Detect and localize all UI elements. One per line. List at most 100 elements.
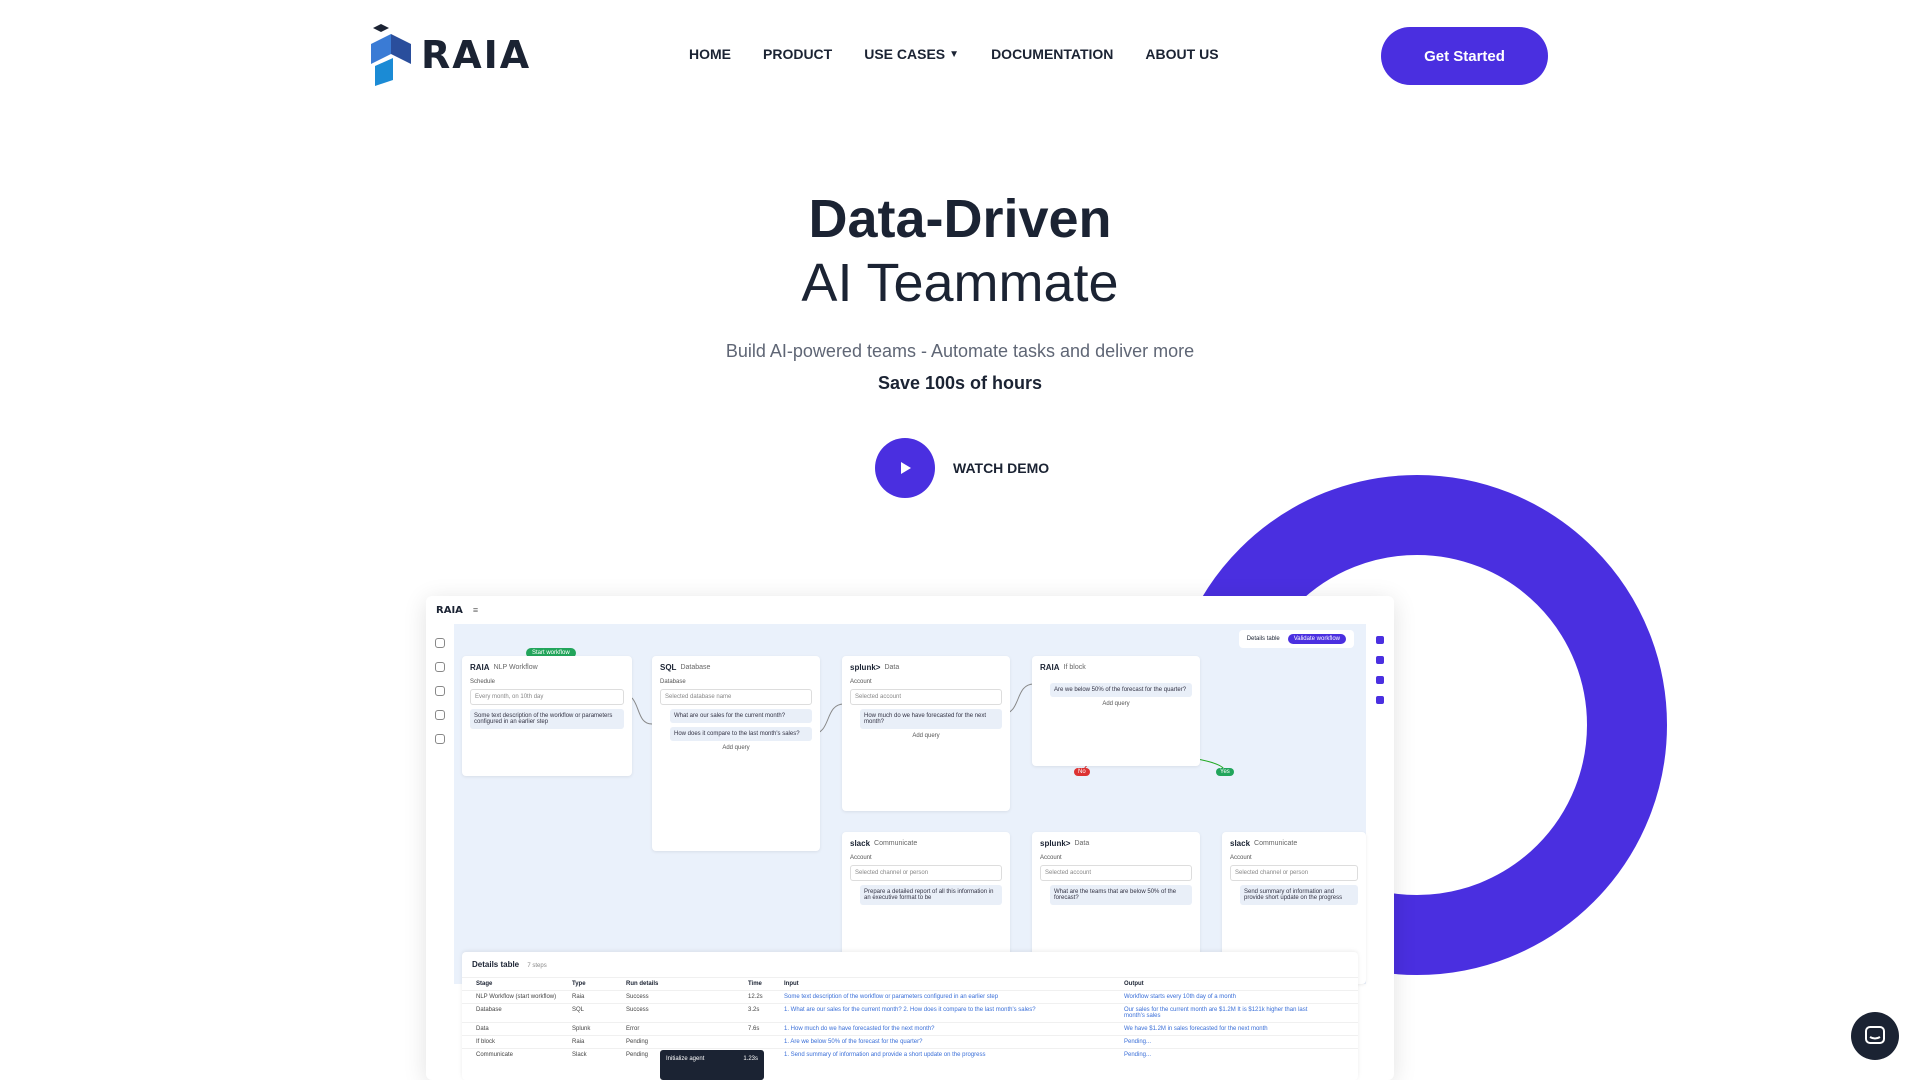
cell-stage: NLP Workflow (start workflow) bbox=[476, 994, 557, 1000]
card-field[interactable]: Selected database name bbox=[660, 689, 812, 705]
card-field-label: Account bbox=[1230, 855, 1252, 861]
card-name: Communicate bbox=[874, 840, 918, 847]
cell-output: Our sales for the current month are $1.2… bbox=[1124, 1007, 1308, 1019]
card-query[interactable]: Are we below 50% of the forecast for the… bbox=[1050, 683, 1192, 697]
hero-highlight: Save 100s of hours bbox=[877, 373, 1043, 393]
workflow-card-if-block[interactable]: RAIA If block Are we below 50% of the for… bbox=[1032, 656, 1200, 766]
card-query[interactable]: Send summary of information and provide … bbox=[1240, 885, 1358, 905]
table-body: NLP Workflow (start workflow) Raia Success… bbox=[462, 990, 1358, 1061]
nav-home[interactable]: HOME bbox=[689, 46, 731, 62]
raia-mark-icon bbox=[371, 24, 411, 86]
no-branch-label: No bbox=[1074, 768, 1090, 776]
cell-input: 1. Are we below 50% of the forecast for … bbox=[784, 1039, 923, 1045]
col-time: Time bbox=[748, 981, 762, 987]
card-brand: RAIA bbox=[1040, 663, 1060, 672]
clipboard-icon bbox=[435, 710, 445, 720]
card-field-label: Account bbox=[1040, 855, 1062, 861]
hero-title-line2: AI Teammate bbox=[801, 253, 1119, 313]
card-field[interactable]: Selected account bbox=[850, 689, 1002, 705]
cell-run-details: Pending bbox=[626, 1039, 649, 1045]
card-brand: splunk> bbox=[850, 663, 881, 672]
card-name: If block bbox=[1063, 664, 1086, 671]
hero-subtitle: Build AI-powered teams - Automate tasks … bbox=[725, 341, 1195, 361]
workflow-card-splunk[interactable]: splunk> Data Account Selected account How… bbox=[842, 656, 1010, 811]
cell-type: SQL bbox=[572, 1007, 585, 1013]
cell-time: 3.2s bbox=[748, 1007, 760, 1013]
cell-type: Splunk bbox=[572, 1026, 591, 1032]
cell-stage: Communicate bbox=[476, 1052, 514, 1058]
cell-output: Workflow starts every 10th day of a mont… bbox=[1124, 994, 1236, 1000]
table-row[interactable]: Communicate Slack Pending 1. Send summary o… bbox=[462, 1048, 1358, 1061]
card-field[interactable]: Every month, on 10th day bbox=[470, 689, 624, 705]
chevron-down-icon: ▼ bbox=[949, 48, 960, 60]
workflow-card-database[interactable]: SQL Database Database Selected database n… bbox=[652, 656, 820, 851]
cell-stage: Data bbox=[476, 1026, 489, 1032]
cell-run-details: Error bbox=[626, 1026, 640, 1032]
brand-logo[interactable]: RAIA bbox=[371, 24, 531, 86]
card-brand: slack bbox=[850, 839, 871, 848]
details-steps-count: 7 steps bbox=[527, 963, 547, 969]
logo-text: RAIA bbox=[421, 33, 532, 77]
table-row[interactable]: Database SQL Success 3.2s 1. What are our sa… bbox=[462, 1003, 1358, 1022]
nav-product[interactable]: PRODUCT bbox=[763, 46, 832, 62]
card-field[interactable]: Selected channel or person bbox=[850, 865, 1002, 881]
cell-input: Some text description of the workflow or… bbox=[784, 994, 999, 1000]
card-brand: RAIA bbox=[470, 663, 490, 672]
chat-icon bbox=[1865, 1026, 1885, 1044]
col-output: Output bbox=[1124, 981, 1144, 987]
workflow-canvas: Details table Validate workflow Start wo… bbox=[454, 624, 1366, 984]
settings-icon bbox=[435, 734, 445, 744]
cell-output: Pending... bbox=[1124, 1039, 1152, 1045]
table-header-row: Stage Type Run details Time Input Output bbox=[462, 977, 1358, 990]
cell-type: Slack bbox=[572, 1052, 587, 1058]
card-field-label: Account bbox=[850, 855, 872, 861]
cell-run-details: Success bbox=[626, 1007, 649, 1013]
add-query-button[interactable]: Add query bbox=[652, 745, 820, 751]
card-field[interactable]: Selected channel or person bbox=[1230, 865, 1358, 881]
nav-documentation[interactable]: DOCUMENTATION bbox=[991, 46, 1113, 62]
add-query-button[interactable]: Add query bbox=[1032, 701, 1200, 707]
nav-use-cases-label: USE CASES bbox=[864, 46, 946, 62]
chat-launcher-button[interactable] bbox=[1851, 1012, 1899, 1060]
card-query[interactable]: Prepare a detailed report of all this in… bbox=[860, 885, 1002, 905]
cell-type: Raia bbox=[572, 1039, 585, 1045]
workflow-card-nlp[interactable]: RAIA NLP Workflow Schedule Every month, o… bbox=[462, 656, 632, 776]
card-query[interactable]: How much do we have forecasted for the n… bbox=[860, 709, 1002, 729]
details-table-header: Details table 7 steps bbox=[462, 952, 1358, 977]
col-input: Input bbox=[784, 981, 799, 987]
terminal-icon bbox=[1376, 636, 1384, 644]
col-stage[interactable]: Stage bbox=[476, 981, 572, 987]
cell-time: 7.6s bbox=[748, 1026, 760, 1032]
card-brand: SQL bbox=[660, 663, 677, 672]
card-query[interactable]: What are our sales for the current month… bbox=[670, 709, 812, 723]
nav-use-cases[interactable]: USE CASES ▼ bbox=[864, 46, 959, 62]
cell-input: 1. Send summary of information and provi… bbox=[784, 1052, 986, 1058]
card-brand: slack bbox=[1230, 839, 1251, 848]
details-table: Details table 7 steps Stage Type Run det… bbox=[462, 952, 1358, 1080]
menu-icon: ≡ bbox=[472, 605, 479, 615]
watch-demo-button[interactable]: WATCH DEMO bbox=[875, 438, 1049, 498]
table-row[interactable]: NLP Workflow (start workflow) Raia Success… bbox=[462, 990, 1358, 1003]
card-name: Data bbox=[1074, 840, 1090, 847]
tooltip-label: Initialize agent bbox=[666, 1056, 705, 1062]
table-row[interactable]: If block Raia Pending 1. Are we below 50% o… bbox=[462, 1035, 1358, 1048]
card-name: NLP Workflow bbox=[493, 664, 538, 671]
card-query[interactable]: What are the teams that are below 50% of… bbox=[1050, 885, 1192, 905]
nav-about-us[interactable]: ABOUT US bbox=[1145, 46, 1218, 62]
col-run-details: Run details bbox=[626, 981, 659, 987]
product-screenshot: RAIA ≡ Details table Validate workflow S… bbox=[426, 596, 1394, 1080]
card-field-label: Database bbox=[660, 679, 686, 685]
add-query-button[interactable]: Add query bbox=[842, 733, 1010, 739]
cell-time bbox=[748, 1039, 784, 1045]
cell-stage: If block bbox=[476, 1039, 496, 1045]
cell-input: 1. What are our sales for the current mo… bbox=[784, 1007, 1036, 1013]
card-query[interactable]: How does it compare to the last month's … bbox=[670, 727, 812, 741]
get-started-button[interactable]: Get Started bbox=[1381, 27, 1548, 85]
tooltip: Initialize agent 1.23s bbox=[660, 1050, 764, 1080]
card-field-label: Account bbox=[850, 679, 872, 685]
card-field[interactable]: Selected account bbox=[1040, 865, 1192, 881]
table-row[interactable]: Data Splunk Error 7.6s 1. How much do we hav… bbox=[462, 1022, 1358, 1035]
raia-icon bbox=[1376, 656, 1384, 664]
watch-demo-label: WATCH DEMO bbox=[953, 460, 1050, 476]
card-name: Data bbox=[884, 664, 900, 671]
